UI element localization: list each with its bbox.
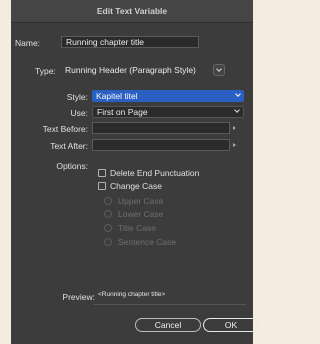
delete-end-punctuation-label: Delete End Punctuation bbox=[110, 168, 200, 178]
preview-label: Preview: bbox=[62, 292, 95, 302]
use-select[interactable]: First on Page bbox=[92, 106, 244, 118]
special-characters-arrow-icon[interactable] bbox=[233, 126, 236, 130]
title-case-radio[interactable] bbox=[104, 224, 112, 232]
text-after-label: Text After: bbox=[50, 141, 88, 151]
dialog-title: Edit Text Variable bbox=[96, 6, 168, 16]
change-case-label: Change Case bbox=[110, 181, 162, 191]
chevron-down-icon bbox=[216, 66, 222, 72]
special-characters-arrow-icon[interactable] bbox=[233, 143, 236, 147]
style-label: Style: bbox=[66, 92, 88, 102]
preview-divider bbox=[93, 304, 246, 305]
upper-case-label: Upper Case bbox=[118, 196, 164, 206]
style-select[interactable]: Kapitel titel bbox=[92, 90, 234, 102]
type-select[interactable]: Running Header (Paragraph Style) bbox=[61, 64, 207, 76]
change-case-checkbox[interactable] bbox=[98, 182, 106, 190]
preview-value: <Running chapter title> bbox=[98, 291, 166, 298]
sentence-case-label: Sentence Case bbox=[118, 237, 177, 247]
name-field[interactable]: Running chapter title bbox=[61, 36, 199, 48]
use-label: Use: bbox=[70, 108, 88, 118]
text-before-label: Text Before: bbox=[42, 124, 88, 134]
lower-case-label: Lower Case bbox=[118, 209, 164, 219]
title-bar[interactable]: Edit Text Variable bbox=[11, 0, 253, 23]
text-after-field[interactable] bbox=[92, 139, 230, 151]
cancel-button[interactable]: Cancel bbox=[135, 318, 201, 332]
delete-end-punctuation-checkbox[interactable] bbox=[98, 169, 106, 177]
lower-case-radio[interactable] bbox=[104, 210, 112, 218]
chevron-down-icon bbox=[235, 91, 241, 97]
text-before-field[interactable] bbox=[92, 122, 230, 134]
sentence-case-radio[interactable] bbox=[104, 238, 112, 246]
name-label: Name: bbox=[15, 38, 41, 48]
type-label: Type: bbox=[35, 66, 56, 76]
ok-button[interactable]: OK bbox=[203, 318, 259, 332]
title-case-label: Title Case bbox=[118, 223, 156, 233]
options-label: Options: bbox=[56, 161, 88, 171]
style-dropdown-button[interactable] bbox=[234, 90, 244, 102]
type-dropdown-button[interactable] bbox=[213, 64, 225, 76]
edit-text-variable-dialog: Edit Text Variable Name: Running chapter… bbox=[11, 0, 259, 344]
upper-case-radio[interactable] bbox=[104, 197, 112, 205]
